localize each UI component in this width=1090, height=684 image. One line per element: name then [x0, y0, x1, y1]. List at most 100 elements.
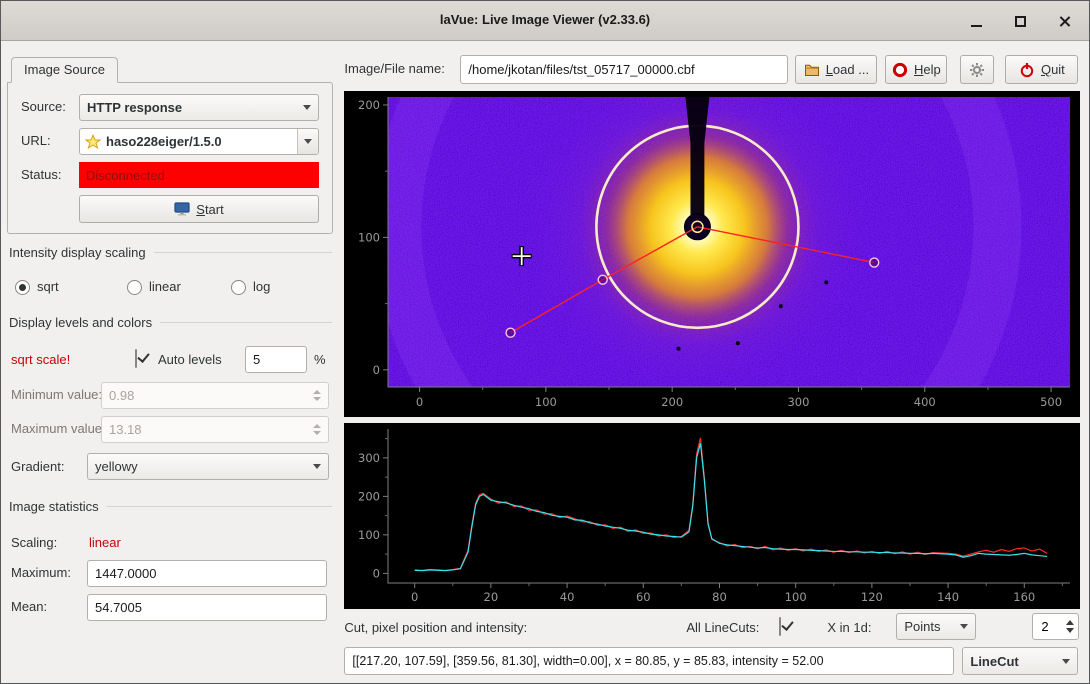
linecut-handle — [870, 258, 879, 267]
cut-position-label: Cut, pixel position and intensity: — [344, 620, 527, 636]
spin-arrows-icon — [307, 390, 321, 401]
radio-linear-label: linear — [149, 279, 181, 295]
chevron-down-icon — [304, 139, 312, 144]
radio-sqrt[interactable]: sqrt — [15, 279, 59, 295]
section-title: Display levels and colors — [9, 315, 152, 330]
stats-mean-label: Mean: — [11, 599, 47, 615]
radio-sqrt-indicator[interactable] — [15, 280, 30, 295]
titlebar[interactable]: laVue: Live Image Viewer (v2.33.6) — [1, 1, 1089, 41]
maximum-value-label: Maximum value: — [11, 421, 106, 437]
gradient-select[interactable]: yellowy — [87, 453, 329, 480]
x-in-1d-value: Points — [904, 619, 954, 634]
radio-sqrt-label: sqrt — [37, 279, 59, 295]
load-button[interactable]: Load ... — [795, 55, 877, 84]
linecut-handle — [599, 275, 608, 284]
start-button-label: Start — [196, 202, 223, 217]
minimum-value-input: 0.98 — [101, 382, 329, 409]
svg-text:100: 100 — [358, 230, 380, 244]
chevron-down-icon — [960, 624, 968, 629]
svg-text:200: 200 — [358, 98, 380, 112]
image-statistics-section-header: Image statistics — [9, 499, 332, 514]
tab-label: Image Source — [24, 62, 105, 77]
chevron-down-icon — [1062, 659, 1070, 664]
spin-arrows-icon[interactable] — [1058, 620, 1074, 633]
svg-text:200: 200 — [662, 395, 684, 409]
status-badge: Disconnected — [79, 162, 319, 188]
folder-icon — [804, 62, 820, 78]
stats-maximum-input[interactable]: 1447.0000 — [87, 560, 327, 587]
svg-text:0: 0 — [373, 566, 380, 580]
section-title: Intensity display scaling — [9, 245, 146, 260]
chevron-down-icon — [303, 105, 311, 110]
all-linecuts-checkbox[interactable] — [779, 617, 781, 636]
svg-text:200: 200 — [358, 489, 380, 503]
gradient-label: Gradient: — [11, 459, 64, 475]
quit-power-icon — [1019, 62, 1035, 78]
svg-text:400: 400 — [914, 395, 936, 409]
chevron-down-icon — [313, 464, 321, 469]
linecut-handle — [506, 328, 515, 337]
linecut-count-spinner[interactable]: 2 — [1032, 613, 1079, 640]
settings-button[interactable] — [960, 55, 994, 84]
source-select[interactable]: HTTP response — [79, 94, 319, 121]
auto-levels-label: Auto levels — [158, 352, 222, 368]
minimize-button[interactable] — [967, 12, 985, 30]
url-dropdown-button[interactable] — [297, 129, 318, 154]
svg-text:300: 300 — [788, 395, 810, 409]
svg-text:140: 140 — [937, 590, 959, 604]
linecut-profile-plot[interactable]: 0100200300020406080100120140160 — [344, 423, 1080, 609]
svg-text:160: 160 — [1014, 590, 1036, 604]
help-button[interactable]: Help — [885, 55, 947, 84]
stats-scaling-label: Scaling: — [11, 535, 57, 551]
quit-button-label: Quit — [1041, 62, 1065, 77]
viewer-panel: Image/File name: /home/jkotan/files/tst_… — [338, 41, 1089, 684]
minimum-value-label: Minimum value: — [11, 387, 102, 403]
display-levels-section-header: Display levels and colors — [9, 315, 332, 330]
radio-log[interactable]: log — [231, 279, 270, 295]
svg-text:500: 500 — [1040, 395, 1062, 409]
radio-log-indicator[interactable] — [231, 280, 246, 295]
app-window: laVue: Live Image Viewer (v2.33.6) Image… — [0, 0, 1090, 684]
radio-log-label: log — [253, 279, 270, 295]
filename-input[interactable]: /home/jkotan/files/tst_05717_00000.cbf — [460, 55, 788, 84]
svg-text:300: 300 — [358, 451, 380, 465]
favorite-star-icon[interactable] — [85, 134, 101, 150]
auto-levels-input[interactable]: 5 — [245, 346, 307, 373]
help-buoy-icon — [892, 62, 908, 78]
url-label: URL: — [21, 133, 51, 149]
detector-image-plot[interactable]: 01002000100200300400500 — [344, 91, 1080, 417]
svg-text:0: 0 — [373, 363, 380, 377]
close-button[interactable] — [1055, 12, 1073, 30]
svg-text:100: 100 — [535, 395, 557, 409]
url-combobox[interactable]: haso228eiger/1.5.0 — [79, 128, 319, 155]
svg-text:100: 100 — [785, 590, 807, 604]
source-value: HTTP response — [87, 100, 297, 115]
spinner-value: 2 — [1041, 619, 1048, 634]
svg-text:80: 80 — [713, 590, 728, 604]
intensity-scaling-section-header: Intensity display scaling — [9, 245, 332, 260]
url-value: haso228eiger/1.5.0 — [106, 134, 293, 149]
tool-select[interactable]: LineCut — [962, 647, 1078, 675]
svg-text:120: 120 — [861, 590, 883, 604]
radio-linear[interactable]: linear — [127, 279, 181, 295]
auto-levels-checkbox[interactable] — [135, 349, 137, 368]
svg-text:0: 0 — [411, 590, 418, 604]
x-in-1d-select[interactable]: Points — [896, 613, 976, 640]
detector-image — [388, 91, 1070, 417]
all-linecuts-label: All LineCuts: — [686, 620, 759, 636]
quit-button[interactable]: Quit — [1005, 55, 1078, 84]
svg-text:40: 40 — [560, 590, 575, 604]
cut-info-input[interactable]: [[217.20, 107.59], [359.56, 81.30], widt… — [344, 647, 954, 675]
scale-warning: sqrt scale! — [11, 352, 70, 368]
filename-label: Image/File name: — [344, 61, 444, 77]
tab-image-source[interactable]: Image Source — [11, 57, 118, 83]
monitor-icon — [174, 202, 190, 216]
section-title: Image statistics — [9, 499, 99, 514]
stats-mean-input[interactable]: 54.7005 — [87, 594, 327, 621]
radio-linear-indicator[interactable] — [127, 280, 142, 295]
start-button[interactable]: Start — [79, 195, 319, 223]
maximum-value-input: 13.18 — [101, 416, 329, 443]
maximize-button[interactable] — [1011, 12, 1029, 30]
svg-text:60: 60 — [636, 590, 651, 604]
status-label: Status: — [21, 167, 61, 183]
